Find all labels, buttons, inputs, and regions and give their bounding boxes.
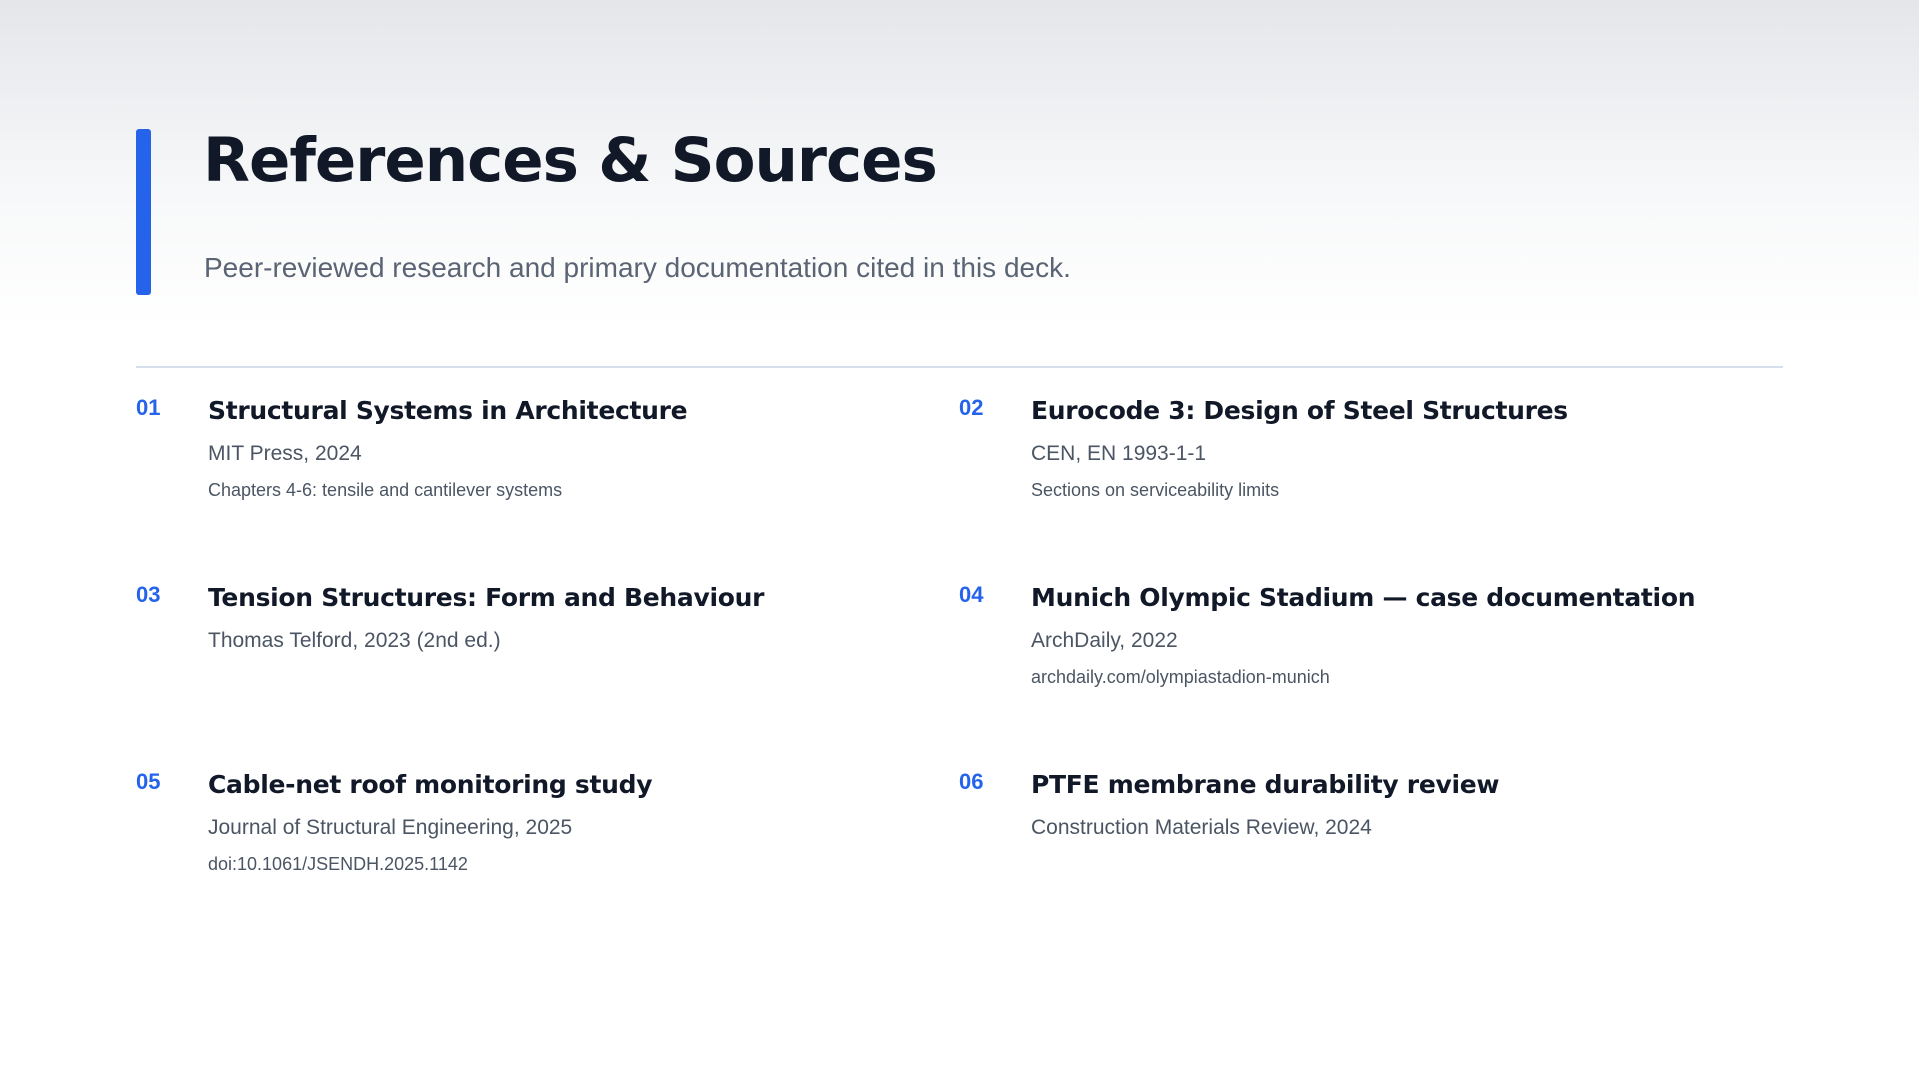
reference-title: Munich Olympic Stadium — case documentat…	[1031, 583, 1696, 612]
accent-bar	[136, 129, 151, 295]
reference-number: 03	[136, 582, 161, 607]
page-title: References & Sources	[203, 125, 938, 196]
reference-note: Sections on serviceability limits	[1031, 480, 1280, 500]
reference-number: 02	[959, 395, 984, 420]
reference-publisher: ArchDaily, 2022	[1031, 629, 1178, 652]
reference-publisher: CEN, EN 1993-1-1	[1031, 442, 1207, 465]
reference-title: Eurocode 3: Design of Steel Structures	[1031, 396, 1568, 425]
reference-title: Structural Systems in Architecture	[208, 396, 688, 425]
reference-number: 01	[136, 395, 161, 420]
reference-title: PTFE membrane durability review	[1031, 770, 1500, 799]
reference-doi: doi:10.1061/JSENDH.2025.1142	[208, 854, 468, 874]
divider	[136, 366, 1783, 368]
reference-number: 04	[959, 582, 984, 607]
reference-number: 05	[136, 769, 161, 794]
reference-url: archdaily.com/olympiastadion-munich	[1031, 667, 1330, 687]
reference-publisher: Construction Materials Review, 2024	[1031, 816, 1372, 839]
reference-number: 06	[959, 769, 984, 794]
reference-title: Tension Structures: Form and Behaviour	[208, 583, 765, 612]
reference-publisher: Thomas Telford, 2023 (2nd ed.)	[208, 629, 501, 652]
reference-publisher: MIT Press, 2024	[208, 442, 362, 465]
reference-title: Cable-net roof monitoring study	[208, 770, 653, 799]
page-subtitle: Peer-reviewed research and primary docum…	[204, 252, 1071, 283]
reference-note: Chapters 4-6: tensile and cantilever sys…	[208, 480, 563, 500]
reference-publisher: Journal of Structural Engineering, 2025	[208, 816, 573, 839]
